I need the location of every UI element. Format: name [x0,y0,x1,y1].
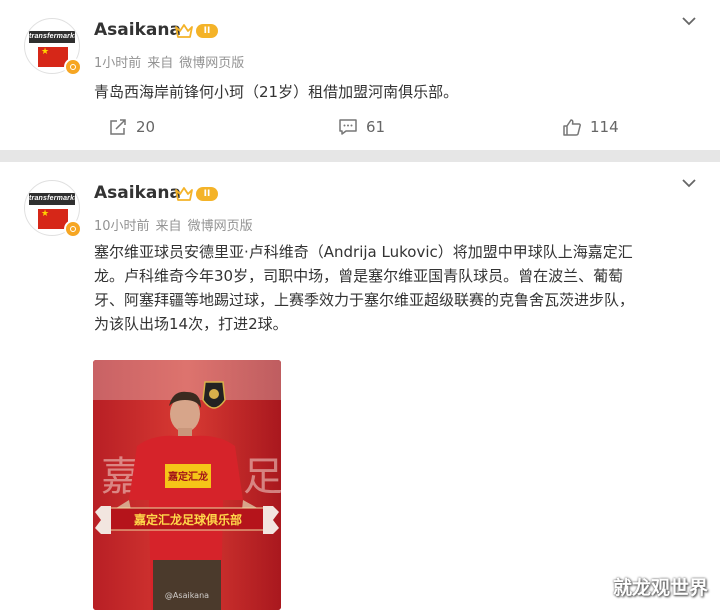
post-photo[interactable]: 嘉定 足 嘉定汇龙 嘉定汇龙足球俱乐部 [93,360,281,610]
like-icon [563,119,581,136]
post-text: 青岛西海岸前锋何小珂（21岁）租借加盟河南俱乐部。 [94,83,459,101]
repost-icon [110,119,126,135]
banner-text-right: 足 [243,454,281,500]
photo-credit: @Asaikana [165,591,209,600]
avatar-logo-text: transfermarkt [29,193,77,205]
comment-count: 61 [366,118,386,136]
post-source[interactable]: 微博网页版 [179,56,244,71]
post-meta: 1小时前 来自 微博网页版 [94,52,250,71]
post-time[interactable]: 10小时前 [94,219,150,234]
post-text-line: 牙、阿塞拜疆等地踢过球，上赛季效力于塞尔维亚超级联赛的克鲁舍瓦茨进步队， [94,291,635,309]
repost-button[interactable]: 20 [108,115,155,139]
scarf-text: 嘉定汇龙足球俱乐部 [133,512,242,527]
watermark: 就龙观世界 [612,577,708,599]
username[interactable]: Asaikana [94,20,181,40]
post-meta: 10小时前 来自 微博网页版 [94,215,259,234]
like-count: 114 [590,118,619,136]
post-time[interactable]: 1小时前 [94,56,141,71]
like-button[interactable]: 114 [562,115,619,139]
player-photo-illustration: 嘉定 足 嘉定汇龙 嘉定汇龙足球俱乐部 [93,360,281,610]
level-badge: II [196,187,218,201]
post-actions: 20 61 114 [0,115,720,139]
post-text-line: 为该队出场14次，打进2球。 [94,315,288,333]
post-source[interactable]: 微博网页版 [188,219,253,234]
comment-icon [339,119,357,135]
crown-icon [175,24,193,38]
level-badge: II [196,24,218,38]
comment-button[interactable]: 61 [338,115,385,139]
crown-icon [175,187,193,201]
source-prefix: 来自 [147,56,174,71]
post-text: 塞尔维亚球员安德里亚·卢科维奇（Andrija Lukovic）将加盟中甲球队上… [94,240,698,336]
chevron-down-icon[interactable] [682,16,696,26]
chevron-down-icon[interactable] [682,178,696,188]
verified-icon [64,220,82,238]
post-text-line: 龙。卢科维奇今年30岁，司职中场，曾是塞尔维亚国青队球员。曾在波兰、葡萄 [94,267,624,285]
verified-icon [64,58,82,76]
avatar-logo-text: transfermarkt [29,31,77,43]
shirt-sponsor: 嘉定汇龙 [167,470,208,483]
post-text-line: 塞尔维亚球员安德里亚·卢科维奇（Andrija Lukovic）将加盟中甲球队上… [94,243,633,261]
source-prefix: 来自 [155,219,182,234]
post-card-1: transfermarkt ★ Asaikana II 1小时前 来自 微博网页版 … [0,0,720,150]
repost-count: 20 [136,118,156,136]
username[interactable]: Asaikana [94,183,181,203]
post-card-2: transfermarkt ★ Asaikana II 10小时前 来自 微博网页版… [0,162,720,612]
club-crest-icon [202,381,226,409]
